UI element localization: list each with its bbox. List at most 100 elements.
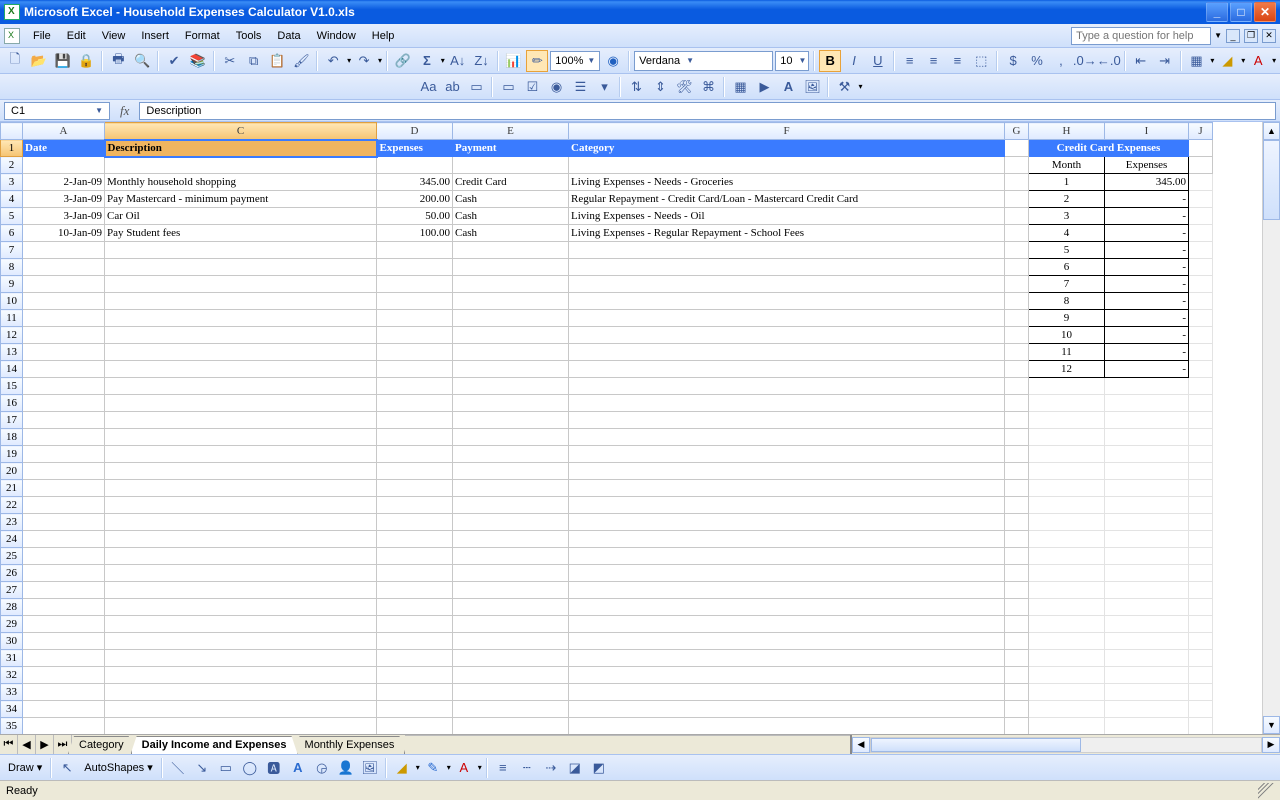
cell-D26[interactable] [377,565,453,582]
cell-E33[interactable] [453,684,569,701]
cell-E17[interactable] [453,412,569,429]
cell-J5[interactable] [1189,208,1213,225]
cell-D27[interactable] [377,582,453,599]
cell-H24[interactable] [1029,531,1105,548]
cell-G33[interactable] [1005,684,1029,701]
cell-J21[interactable] [1189,480,1213,497]
cell-C5[interactable]: Car Oil [105,208,377,225]
cell-F12[interactable] [569,327,1005,344]
cell-F26[interactable] [569,565,1005,582]
cell-E19[interactable] [453,446,569,463]
cell-E14[interactable] [453,361,569,378]
cell-G18[interactable] [1005,429,1029,446]
menu-help[interactable]: Help [365,28,402,44]
cell-J11[interactable] [1189,310,1213,327]
cell-E21[interactable] [453,480,569,497]
cell-A32[interactable] [23,667,105,684]
row-header-33[interactable]: 33 [1,684,23,701]
cell-F11[interactable] [569,310,1005,327]
cell[interactable] [569,157,1005,174]
cell-F28[interactable] [569,599,1005,616]
increase-indent-icon[interactable]: ⇥ [1154,50,1176,72]
sort-asc-icon[interactable]: A↓ [447,50,469,72]
row-header-23[interactable]: 23 [1,514,23,531]
row-header-28[interactable]: 28 [1,599,23,616]
print-preview-icon[interactable]: 🔍 [131,50,153,72]
row-header-31[interactable]: 31 [1,650,23,667]
cell-F17[interactable] [569,412,1005,429]
column-header-G[interactable]: G [1005,123,1029,140]
cc-month-12[interactable]: 12 [1029,361,1105,378]
arrow-tool-icon[interactable]: ↘ [191,757,213,779]
cell-H16[interactable] [1029,395,1105,412]
cell-C26[interactable] [105,565,377,582]
cell-F23[interactable] [569,514,1005,531]
tab-nav-prev-icon[interactable]: ◀ [18,735,36,754]
cc-month-11[interactable]: 11 [1029,344,1105,361]
cell-G34[interactable] [1005,701,1029,718]
cell-E29[interactable] [453,616,569,633]
cell-J18[interactable] [1189,429,1213,446]
cell-G31[interactable] [1005,650,1029,667]
cell-E20[interactable] [453,463,569,480]
cell-J6[interactable] [1189,225,1213,242]
cell-A33[interactable] [23,684,105,701]
cell-C25[interactable] [105,548,377,565]
cell-A15[interactable] [23,378,105,395]
cc-value-12[interactable]: - [1105,361,1189,378]
cell-H28[interactable] [1029,599,1105,616]
cc-month-3[interactable]: 3 [1029,208,1105,225]
column-header-E[interactable]: E [453,123,569,140]
menu-data[interactable]: Data [270,28,307,44]
clipart-icon[interactable]: 👤 [335,757,357,779]
cell-G23[interactable] [1005,514,1029,531]
cell-D10[interactable] [377,293,453,310]
line-color-icon[interactable]: ✎ [422,757,444,779]
cell-A27[interactable] [23,582,105,599]
cell-C20[interactable] [105,463,377,480]
cell-C33[interactable] [105,684,377,701]
line-tool-icon[interactable]: ＼ [167,757,189,779]
select-all-corner[interactable] [1,123,23,140]
cell-D17[interactable] [377,412,453,429]
row-header-3[interactable]: 3 [1,174,23,191]
run-dialog-icon[interactable]: ▶ [753,76,775,98]
row-header-19[interactable]: 19 [1,446,23,463]
cell-G12[interactable] [1005,327,1029,344]
close-button[interactable]: ✕ [1254,2,1276,22]
cc-value-9[interactable]: - [1105,310,1189,327]
cell-F15[interactable] [569,378,1005,395]
cell-G9[interactable] [1005,276,1029,293]
workbook-restore-button[interactable]: ❐ [1244,29,1258,43]
cell-E9[interactable] [453,276,569,293]
cell-C22[interactable] [105,497,377,514]
cell-H19[interactable] [1029,446,1105,463]
cell-D6[interactable]: 100.00 [377,225,453,242]
cell-A25[interactable] [23,548,105,565]
cc-value-11[interactable]: - [1105,344,1189,361]
cell-A35[interactable] [23,718,105,735]
cell-A29[interactable] [23,616,105,633]
cell-G20[interactable] [1005,463,1029,480]
cell-F8[interactable] [569,259,1005,276]
cell-F18[interactable] [569,429,1005,446]
cell-F13[interactable] [569,344,1005,361]
sheet-tab-monthly[interactable]: Monthly Expenses [294,736,406,754]
cell-I18[interactable] [1105,429,1189,446]
cell-E15[interactable] [453,378,569,395]
cell-D25[interactable] [377,548,453,565]
cell-G11[interactable] [1005,310,1029,327]
cell-I24[interactable] [1105,531,1189,548]
cell-A17[interactable] [23,412,105,429]
cell-I22[interactable] [1105,497,1189,514]
sort-desc-icon[interactable]: Z↓ [471,50,493,72]
zoom-combo[interactable]: 100%▼ [550,51,600,71]
column-header-D[interactable]: D [377,123,453,140]
cell-D11[interactable] [377,310,453,327]
menu-tools[interactable]: Tools [229,28,269,44]
autosum-icon[interactable]: Σ [416,50,438,72]
cell-G3[interactable] [1005,174,1029,191]
new-icon[interactable]: 🗋 [4,50,26,72]
3d-style-icon[interactable]: ◩ [588,757,610,779]
cell-I32[interactable] [1105,667,1189,684]
